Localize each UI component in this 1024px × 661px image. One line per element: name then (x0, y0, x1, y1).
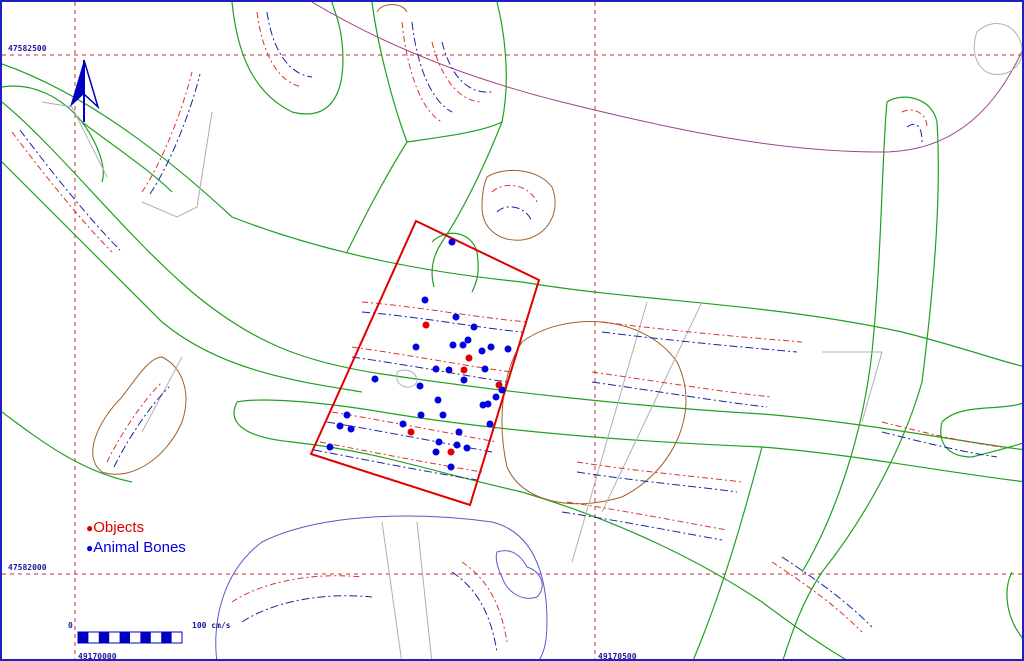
profile-line-blue (266, 11, 313, 78)
legend-objects: ●Objects (86, 519, 144, 536)
coordinate-grid (2, 2, 1022, 659)
profile-line-blue (576, 471, 738, 493)
profile-line-red (256, 11, 303, 88)
boundary-line (311, 2, 1022, 153)
animal-bone-find (453, 441, 461, 449)
object-find (460, 366, 468, 374)
animal-bone-find (486, 420, 494, 428)
legend-animal-bones-label: Animal Bones (93, 539, 186, 556)
animal-bone-find (479, 401, 487, 409)
brown-contours (92, 4, 687, 505)
profile-line-red (576, 461, 743, 483)
profile-line-blue (411, 21, 453, 113)
profile-line-red (231, 575, 363, 603)
animal-bone-find (463, 444, 471, 452)
profile-line-red (771, 561, 863, 633)
scale-end-label: 100 cm/s (192, 621, 231, 630)
profile-line-blue (113, 386, 170, 468)
profile-line-blue (601, 331, 798, 353)
animal-bone-find (421, 296, 429, 304)
animal-bone-find (492, 393, 500, 401)
profile-line-red (601, 321, 803, 343)
animal-bone-find (336, 422, 344, 430)
profile-line-red (361, 301, 528, 323)
profile-line-red (431, 41, 483, 103)
scale-bar-segment (78, 632, 89, 643)
animal-bone-find (416, 382, 424, 390)
object-find (422, 321, 430, 329)
finds-layer (326, 238, 512, 471)
easting-label-left: 49170000 (78, 652, 117, 661)
animal-bone-find (371, 375, 379, 383)
animal-bone-find (399, 420, 407, 428)
animal-bone-find (412, 343, 420, 351)
animal-bone-find (487, 343, 495, 351)
animal-bone-find (470, 323, 478, 331)
animal-bone-find (447, 463, 455, 471)
scale-bar-segment (98, 632, 110, 643)
animal-bone-find (434, 396, 442, 404)
scale-bar (77, 631, 183, 644)
profile-line-red (11, 131, 113, 253)
animal-bone-find (498, 386, 506, 394)
animal-bone-find (326, 443, 334, 451)
blue-outline (215, 515, 548, 659)
profile-line-red (901, 109, 928, 128)
profile-line-blue (149, 73, 201, 195)
profile-line-blue (906, 123, 923, 143)
object-find (407, 428, 415, 436)
animal-bone-find (455, 428, 463, 436)
animal-bone-find (478, 347, 486, 355)
animal-bone-find (432, 448, 440, 456)
animal-bone-find (417, 411, 425, 419)
animal-bone-find (449, 341, 457, 349)
profile-line-red (401, 21, 443, 123)
scale-bar-segment (119, 632, 130, 643)
scale-bar-segment (161, 632, 172, 643)
legend-animal-bones: ●Animal Bones (86, 539, 186, 556)
scale-bar-segment (140, 632, 151, 643)
scale-start-label: 0 (68, 621, 73, 630)
animal-bone-find (439, 411, 447, 419)
profile-line-red (106, 381, 163, 463)
site-map[interactable]: 47582500 47582000 49170000 49170500 ●Obj… (0, 0, 1024, 661)
animal-bone-find (445, 366, 453, 374)
animal-bone-find (481, 365, 489, 373)
profile-line-blue (361, 311, 523, 333)
object-find (447, 448, 455, 456)
animal-bone-find (504, 345, 512, 353)
animal-bone-find (343, 411, 351, 419)
easting-label-right: 49170500 (598, 652, 637, 661)
animal-bone-find (432, 365, 440, 373)
animal-bone-find (347, 425, 355, 433)
legend-objects-label: Objects (93, 519, 145, 536)
animal-bone-find (464, 336, 472, 344)
animal-bone-find (460, 376, 468, 384)
elevation-profiles (11, 11, 1003, 653)
profile-line-red (491, 184, 538, 203)
profile-line-blue (781, 556, 873, 628)
profile-line-blue (451, 571, 498, 653)
animal-bone-find (452, 313, 460, 321)
profile-line-blue (241, 595, 373, 623)
terrain-contours (2, 2, 1022, 659)
northing-label-top: 47582500 (8, 44, 47, 53)
animal-bone-find (459, 341, 467, 349)
profile-line-blue (496, 206, 533, 223)
profile-line-blue (19, 129, 121, 251)
map-canvas (2, 2, 1022, 659)
profile-line-red (331, 411, 498, 443)
animal-bone-find (435, 438, 443, 446)
profile-line-red (141, 71, 193, 193)
gray-outlines (41, 23, 1022, 659)
northing-label-bottom: 47582000 (8, 563, 47, 572)
object-find (465, 354, 473, 362)
animal-bone-find (448, 238, 456, 246)
